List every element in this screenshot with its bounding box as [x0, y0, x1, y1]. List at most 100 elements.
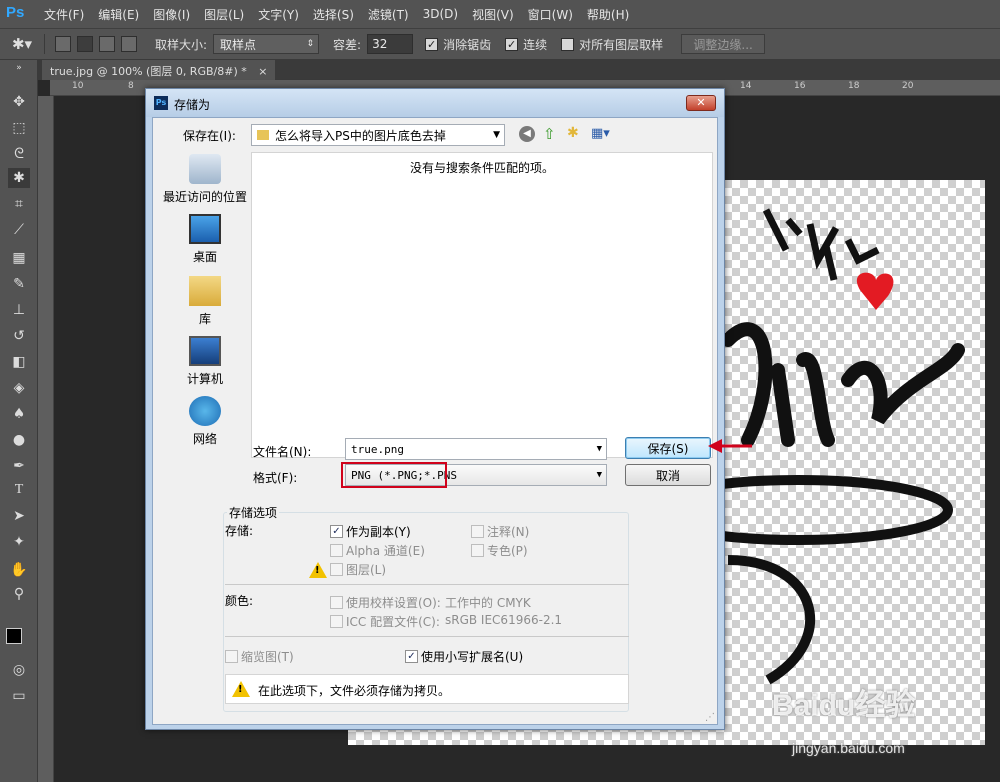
thumbnail-checkbox[interactable] — [225, 650, 238, 663]
place-label: 桌面 — [192, 250, 217, 264]
menu-file[interactable]: 文件(F) — [44, 6, 84, 23]
menu-image[interactable]: 图像(I) — [153, 6, 190, 23]
intersect-selection-icon[interactable] — [121, 36, 137, 52]
menu-type[interactable]: 文字(Y) — [258, 6, 299, 23]
place-computer[interactable]: 计算机 — [159, 336, 251, 387]
zoom-tool-icon[interactable]: ⚲ — [8, 584, 30, 604]
type-tool-icon[interactable]: T — [8, 480, 30, 500]
up-folder-icon[interactable]: ⇧ — [543, 125, 556, 143]
new-folder-icon[interactable]: ✱ — [567, 125, 579, 141]
store-label: 存储: — [225, 524, 254, 538]
place-label: 最近访问的位置 — [162, 190, 247, 204]
sample-size-select[interactable]: 取样点 ⇕ — [213, 34, 320, 54]
healing-tool-icon[interactable]: ▦ — [8, 248, 30, 268]
collapse-panel-icon[interactable]: » — [8, 63, 30, 73]
empty-message: 没有与搜索条件匹配的项。 — [409, 161, 554, 175]
menu-view[interactable]: 视图(V) — [472, 6, 514, 23]
close-tab-icon[interactable]: × — [258, 65, 267, 78]
menu-edit[interactable]: 编辑(E) — [98, 6, 139, 23]
proof-checkbox[interactable] — [330, 596, 343, 609]
save-as-dialog: Ps 存储为 ✕ 保存在(I): 怎么将导入PS中的图片底色去掉 ▼ ◀ ⇧ ✱… — [145, 88, 725, 730]
screen-mode-icon[interactable]: ▭ — [8, 686, 30, 706]
options-bar: ✱▾ 取样大小: 取样点 ⇕ 容差: 32 ✓ 消除锯齿 ✓ 连续 对所有图层取样… — [0, 28, 1000, 60]
place-label: 库 — [198, 312, 211, 326]
icc-checkbox[interactable] — [330, 615, 343, 628]
place-recent[interactable]: 最近访问的位置 — [159, 154, 251, 205]
move-tool-icon[interactable]: ✥ — [8, 92, 30, 112]
pen-tool-icon[interactable]: ✒ — [8, 456, 30, 476]
tolerance-label: 容差: — [333, 37, 362, 52]
crop-tool-icon[interactable]: ⌗ — [8, 194, 30, 214]
lowercase-ext-checkbox[interactable]: ✓ — [405, 650, 418, 663]
brush-tool-icon[interactable]: ✎ — [8, 274, 30, 294]
filename-input[interactable]: true.png ▼ — [345, 438, 607, 460]
warning-message: 在此选项下，文件必须存储为拷贝。 — [258, 684, 451, 698]
shape-tool-icon[interactable]: ✦ — [8, 532, 30, 552]
blur-tool-icon[interactable]: ♠ — [8, 404, 30, 424]
tolerance-input[interactable]: 32 — [367, 34, 414, 54]
document-tab[interactable]: true.jpg @ 100% (图层 0, RGB/8#) * × — [42, 60, 276, 80]
save-in-select[interactable]: 怎么将导入PS中的图片底色去掉 ▼ — [251, 124, 505, 146]
antialias-label: 消除锯齿 — [443, 37, 492, 52]
folder-icon — [257, 130, 269, 140]
format-highlight-box — [341, 462, 447, 488]
cancel-button[interactable]: 取消 — [625, 464, 711, 486]
paint-bucket-icon[interactable]: ◈ — [8, 378, 30, 398]
document-tab-title: true.jpg @ 100% (图层 0, RGB/8#) * — [50, 65, 247, 78]
history-brush-icon[interactable]: ↺ — [8, 326, 30, 346]
marquee-tool-icon[interactable]: ⬚ — [8, 118, 30, 138]
path-select-icon[interactable]: ➤ — [8, 506, 30, 526]
menu-select[interactable]: 选择(S) — [313, 6, 354, 23]
menu-bar: Ps 文件(F) 编辑(E) 图像(I) 图层(L) 文字(Y) 选择(S) 滤… — [0, 0, 1000, 28]
menu-help[interactable]: 帮助(H) — [587, 6, 629, 23]
photoshop-logo: Ps — [6, 4, 25, 21]
new-selection-icon[interactable] — [55, 36, 71, 52]
updown-icon: ⇕ — [306, 39, 315, 49]
as-copy-checkbox[interactable]: ✓ — [330, 525, 343, 538]
menu-3d[interactable]: 3D(D) — [423, 7, 458, 21]
alpha-checkbox[interactable] — [330, 544, 343, 557]
contiguous-checkbox[interactable]: ✓ — [505, 37, 519, 51]
eraser-tool-icon[interactable]: ◧ — [8, 352, 30, 372]
antialias-checkbox[interactable]: ✓ — [425, 37, 439, 51]
place-network[interactable]: 网络 — [159, 396, 251, 447]
dialog-titlebar[interactable]: Ps 存储为 ✕ — [146, 89, 724, 117]
ruler-label: 10 — [72, 81, 84, 91]
refine-edge-button[interactable]: 调整边缘... — [681, 34, 766, 54]
menu-filter[interactable]: 滤镜(T) — [368, 6, 409, 23]
close-dialog-icon[interactable]: ✕ — [686, 95, 716, 111]
menu-layer[interactable]: 图层(L) — [204, 6, 244, 23]
sample-size-value: 取样点 — [220, 37, 257, 52]
divider — [225, 584, 629, 585]
stamp-tool-icon[interactable]: ⊥ — [8, 300, 30, 320]
divider — [44, 34, 45, 54]
magic-wand-preset-icon[interactable]: ✱▾ — [0, 35, 44, 53]
eyedropper-tool-icon[interactable]: ⟋ — [8, 220, 30, 240]
foreground-color-swatch[interactable] — [6, 628, 22, 644]
resize-grip-icon[interactable]: ⋰ — [705, 712, 715, 723]
place-desktop[interactable]: 桌面 — [159, 214, 251, 265]
subtract-selection-icon[interactable] — [99, 36, 115, 52]
hand-tool-icon[interactable]: ✋ — [8, 560, 30, 580]
desktop-icon — [189, 214, 221, 244]
file-list[interactable]: 没有与搜索条件匹配的项。 — [251, 152, 713, 458]
magic-wand-tool-icon[interactable]: ✱ — [8, 168, 30, 188]
back-icon[interactable]: ◀ — [519, 126, 535, 142]
proof-label: 使用校样设置(O): — [346, 596, 441, 610]
save-button[interactable]: 保存(S) — [625, 437, 711, 459]
view-menu-icon[interactable]: ▦▾ — [591, 126, 610, 141]
divider — [225, 636, 629, 637]
layers-checkbox[interactable] — [330, 563, 343, 576]
place-library[interactable]: 库 — [159, 276, 251, 327]
recent-places-icon — [189, 154, 221, 184]
notes-checkbox[interactable] — [471, 525, 484, 538]
ruler-label: 8 — [128, 81, 134, 91]
save-in-value: 怎么将导入PS中的图片底色去掉 — [275, 128, 446, 143]
quick-mask-icon[interactable]: ◎ — [8, 660, 30, 680]
dodge-tool-icon[interactable]: ● — [8, 430, 30, 450]
add-selection-icon[interactable] — [77, 36, 93, 52]
all-layers-checkbox[interactable] — [561, 37, 575, 51]
spot-checkbox[interactable] — [471, 544, 484, 557]
menu-window[interactable]: 窗口(W) — [528, 6, 573, 23]
lasso-tool-icon[interactable]: ᘓ — [8, 144, 30, 164]
